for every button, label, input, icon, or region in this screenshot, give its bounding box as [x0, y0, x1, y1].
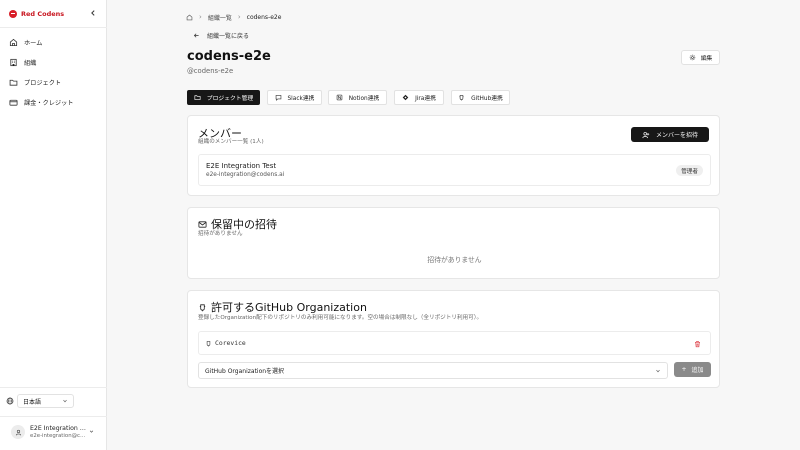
list-item: Corevice — [198, 331, 711, 355]
github-org-subtitle: 登録したOrganization配下のリポジトリのみ利用可能になります。空の場合… — [198, 315, 483, 321]
tab-github[interactable]: GitHub連携 — [451, 90, 510, 105]
user-plus-icon — [642, 131, 650, 138]
brand[interactable]: Red Codens — [9, 8, 64, 19]
tab-label: プロジェクト管理 — [206, 96, 254, 102]
member-email: e2e-integration@codens.ai — [206, 172, 285, 178]
user-menu[interactable]: E2E Integration Test e2e-integration@cod… — [10, 424, 98, 442]
add-organization-button[interactable]: + 追加 — [674, 362, 711, 377]
folder-icon — [194, 95, 201, 100]
mail-icon — [198, 220, 207, 228]
github-org-name: Corevice — [215, 339, 246, 347]
sidebar-item-home[interactable]: ホーム — [9, 36, 99, 49]
sidebar-item-billing[interactable]: 課金・クレジット — [9, 96, 99, 109]
sidebar: Red Codens ホーム 組織 プロジェクト 課金・クレジット 日本語 E2… — [0, 0, 107, 450]
globe-icon — [6, 397, 14, 405]
arrow-left-icon — [193, 33, 199, 38]
building-icon — [10, 58, 17, 67]
tab-label: Jira連携 — [415, 96, 436, 102]
tab-label: Slack連携 — [287, 96, 315, 102]
pending-subtitle: 招待がありません — [198, 231, 243, 237]
message-square-icon — [275, 95, 281, 101]
chevron-down-icon — [656, 369, 660, 372]
jira-icon — [402, 94, 409, 101]
members-card: メンバー 組織のメンバー一覧 (1人) メンバーを招待 E2E Integrat… — [187, 115, 720, 196]
gear-icon — [689, 54, 695, 61]
sidebar-item-organization[interactable]: 組織 — [9, 56, 99, 69]
user-email: e2e-integration@codens.ai — [30, 433, 86, 439]
github-organization-select[interactable]: GitHub Organizationを選択 — [198, 362, 668, 379]
pending-invites-card: 保留中の招待 招待がありません 招待がありません — [187, 207, 720, 279]
tab-jira[interactable]: Jira連携 — [394, 90, 444, 105]
chevron-down-icon — [63, 399, 67, 403]
sidebar-item-label: 課金・クレジット — [24, 100, 74, 107]
select-placeholder: GitHub Organizationを選択 — [205, 368, 285, 375]
trash-icon[interactable] — [694, 340, 701, 348]
user-icon — [15, 429, 21, 435]
brand-name: Red Codens — [21, 9, 65, 18]
sidebar-divider — [0, 387, 107, 388]
sidebar-item-label: プロジェクト — [24, 80, 62, 87]
github-icon — [199, 303, 206, 311]
sidebar-item-label: ホーム — [24, 40, 43, 47]
back-label: 組織一覧に戻る — [207, 33, 250, 40]
notion-icon — [336, 94, 342, 101]
invite-label: メンバーを招待 — [655, 132, 698, 139]
red-codens-logo-icon — [9, 9, 17, 18]
page-title: codens-e2e — [187, 49, 271, 64]
breadcrumb: › 組織一覧 › codens-e2e — [186, 12, 281, 22]
home-icon — [9, 38, 18, 47]
edit-button[interactable]: 編集 — [681, 50, 720, 65]
member-name: E2E Integration Test — [206, 162, 277, 170]
github-icon — [459, 95, 464, 101]
role-badge: 管理者 — [676, 165, 703, 176]
tab-label: Notion連携 — [348, 96, 380, 102]
org-handle: @codens-e2e — [187, 67, 234, 75]
breadcrumb-parent-link[interactable]: 組織一覧 — [208, 13, 232, 22]
tab-label: GitHub連携 — [471, 96, 503, 102]
chevrons-up-down-icon — [89, 430, 94, 433]
breadcrumb-current: codens-e2e — [246, 13, 282, 21]
user-name: E2E Integration Test — [30, 425, 86, 432]
sidebar-divider — [0, 416, 107, 417]
github-organization-card: 許可するGitHub Organization 登録したOrganization… — [187, 290, 720, 388]
breadcrumb-separator: › — [199, 13, 202, 21]
folder-icon — [9, 79, 18, 86]
credit-card-icon — [9, 99, 18, 106]
add-label: 追加 — [691, 367, 704, 374]
members-subtitle: 組織のメンバー一覧 (1人) — [198, 139, 264, 145]
list-item: E2E Integration Test e2e-integration@cod… — [198, 154, 711, 186]
language-select[interactable]: 日本語 — [17, 394, 74, 408]
pending-empty-message: 招待がありません — [427, 256, 482, 264]
sidebar-item-projects[interactable]: プロジェクト — [9, 76, 99, 89]
avatar — [11, 425, 25, 439]
tab-project-management[interactable]: プロジェクト管理 — [187, 90, 260, 105]
tab-notion[interactable]: Notion連携 — [328, 90, 387, 105]
invite-member-button[interactable]: メンバーを招待 — [631, 127, 709, 142]
edit-label: 編集 — [700, 56, 713, 62]
breadcrumb-separator: › — [237, 13, 241, 21]
sidebar-divider — [0, 27, 107, 28]
home-icon[interactable] — [186, 14, 193, 21]
github-icon — [206, 341, 211, 347]
chevron-left-icon[interactable] — [89, 9, 97, 17]
plus-icon: + — [681, 366, 687, 373]
back-link[interactable]: 組織一覧に戻る — [193, 31, 249, 40]
language-value: 日本語 — [23, 398, 42, 406]
tab-slack[interactable]: Slack連携 — [267, 90, 322, 105]
sidebar-item-label: 組織 — [24, 60, 37, 67]
